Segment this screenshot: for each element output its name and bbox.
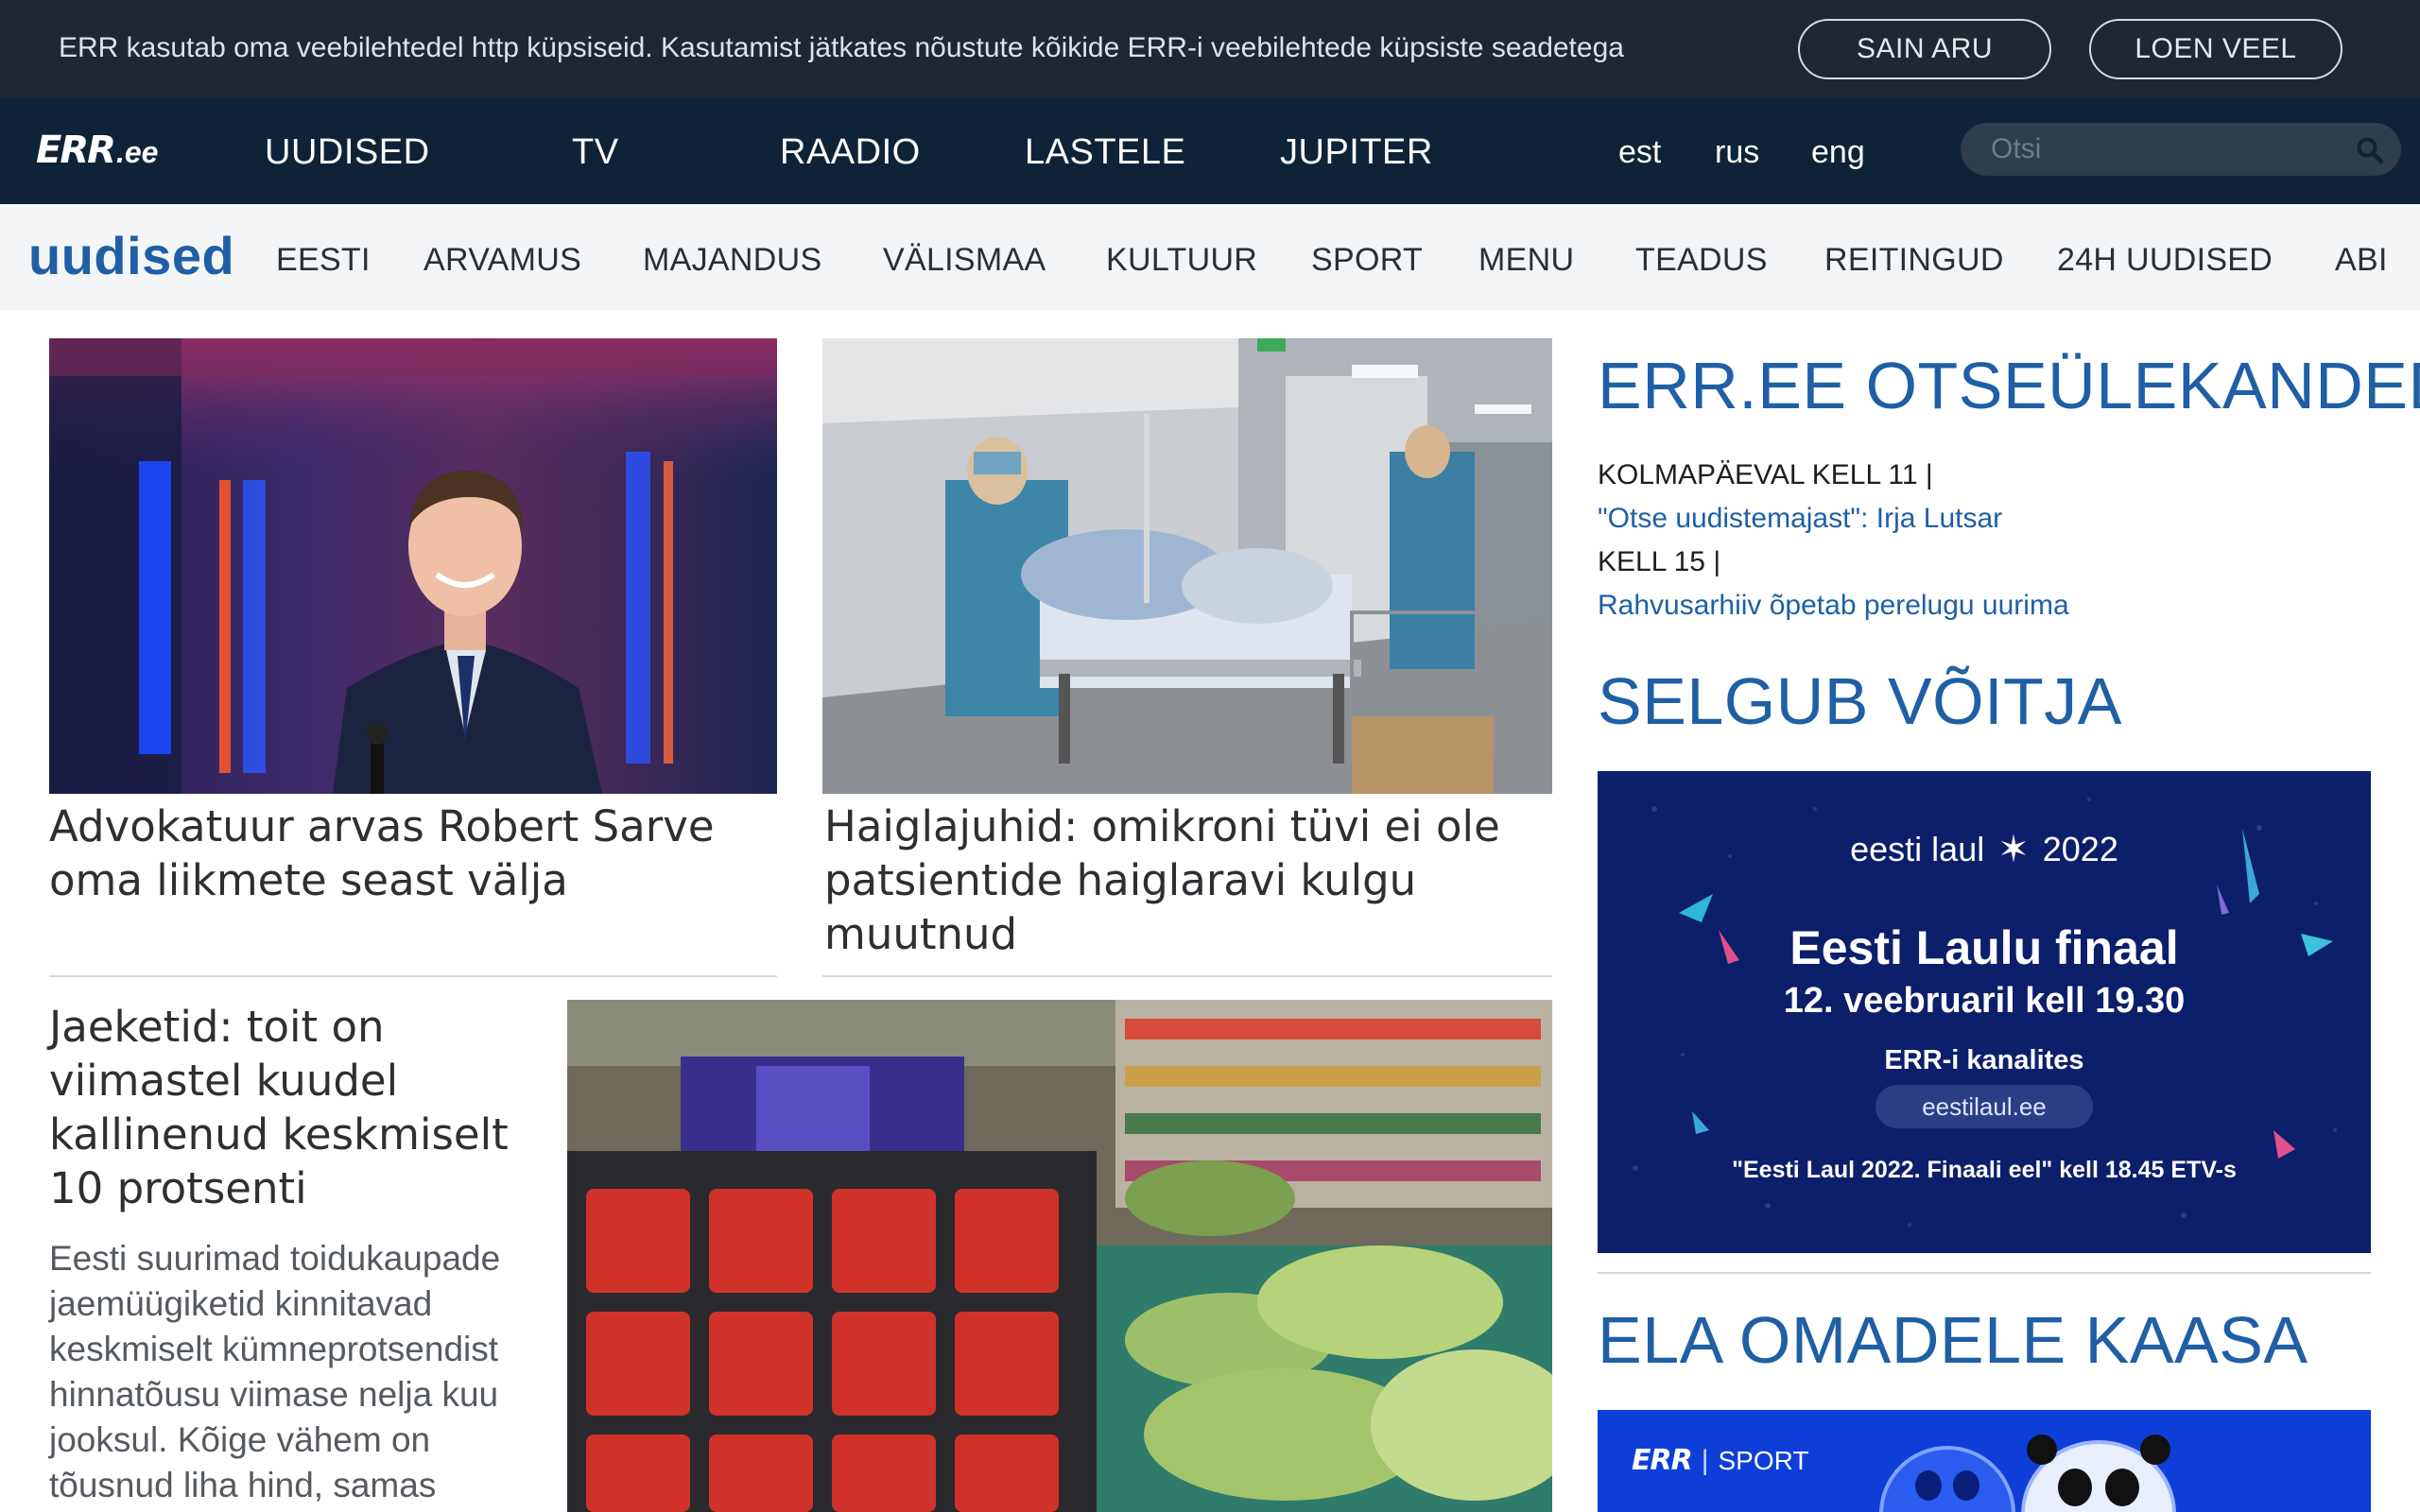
live-item-link[interactable]: Rahvusarhiiv õpetab perelugu uurima xyxy=(1598,590,2069,622)
article-headline[interactable]: Haiglajuhid: omikroni tüvi ei ole patsie… xyxy=(824,799,1552,961)
err-sport-banner[interactable]: ERR | SPORT xyxy=(1598,1410,2371,1512)
subnav-eesti[interactable]: EESTI xyxy=(276,242,371,279)
promo-site-pill[interactable]: eestilaul.ee xyxy=(1876,1085,2093,1128)
winner-heading[interactable]: SELGUB VÕITJA xyxy=(1598,663,2122,739)
lang-eng[interactable]: eng xyxy=(1811,134,1865,171)
lang-rus[interactable]: rus xyxy=(1715,134,1759,171)
nav-tv[interactable]: TV xyxy=(572,132,619,173)
section-title-uudised[interactable]: uudised xyxy=(28,225,234,286)
subnav-kultuur[interactable]: KULTUUR xyxy=(1106,242,1257,279)
support-heading[interactable]: ELA OMADELE KAASA xyxy=(1598,1302,2308,1378)
logo-suffix: .ee xyxy=(115,135,159,169)
live-item-time: KELL 15 | xyxy=(1598,546,1721,577)
subnav-abi[interactable]: ABI xyxy=(2335,242,2388,279)
article-image-hospital[interactable] xyxy=(822,338,1552,794)
article-lead: Eesti suurimad toidukaupade jaemüügiketi… xyxy=(49,1239,501,1504)
divider xyxy=(1598,1272,2371,1274)
mascot-illustration xyxy=(1879,1435,2176,1512)
eesti-laul-logo: eesti laul ✶ 2022 xyxy=(1598,828,2371,871)
article-image-studio-portrait[interactable] xyxy=(49,338,777,794)
nav-jupiter[interactable]: JUPITER xyxy=(1280,132,1433,173)
subnav-teadus[interactable]: TEADUS xyxy=(1635,242,1768,279)
cookie-read-more-button[interactable]: LOEN VEEL xyxy=(2089,19,2342,79)
subnav-menu[interactable]: MENU xyxy=(1478,242,1574,279)
article-headline[interactable]: Advokatuur arvas Robert Sarve oma liikme… xyxy=(49,799,777,907)
divider xyxy=(49,975,777,977)
subnav-valismaa[interactable]: VÄLISMAA xyxy=(883,242,1046,279)
err-logo[interactable]: ERR .ee xyxy=(36,129,158,176)
promo-channels: ERR-i kanalites xyxy=(1884,1045,2084,1075)
lang-est[interactable]: est xyxy=(1618,134,1661,171)
nav-raadio[interactable]: RAADIO xyxy=(780,132,921,173)
subnav-arvamus[interactable]: ARVAMUS xyxy=(424,242,581,279)
logo-main: ERR xyxy=(36,129,116,172)
promo-footer: "Eesti Laul 2022. Finaali eel" kell 18.4… xyxy=(1732,1157,2237,1183)
subnav-majandus[interactable]: MAJANDUS xyxy=(643,242,821,279)
live-item-link[interactable]: "Otse uudistemajast": Irja Lutsar xyxy=(1598,503,2002,535)
divider xyxy=(822,975,1552,977)
article-image-grocery[interactable] xyxy=(567,1000,1552,1512)
cookie-notice-text: ERR kasutab oma veebilehtedel http küpsi… xyxy=(59,32,1624,63)
subnav-reitingud[interactable]: REITINGUD xyxy=(1824,242,2004,279)
article-headline[interactable]: Jaeketid: toit on viimastel kuudel kalli… xyxy=(49,1000,560,1215)
cookie-accept-button[interactable]: SAIN ARU xyxy=(1798,19,2051,79)
search-icon[interactable] xyxy=(2356,136,2384,164)
live-item-time: KOLMAPÄEVAL KELL 11 | xyxy=(1598,459,1933,490)
promo-date: 12. veebruaril kell 19.30 xyxy=(1783,981,2186,1021)
live-broadcasts-heading[interactable]: ERR.EE OTSEÜLEKANDED xyxy=(1598,348,2420,423)
search-input[interactable] xyxy=(1991,132,2350,166)
promo-year: 2022 xyxy=(2042,830,2118,868)
nav-uudised[interactable]: UUDISED xyxy=(265,132,430,173)
promo-title: Eesti Laulu finaal xyxy=(1789,921,2179,974)
subnav-24h-uudised[interactable]: 24H UUDISED xyxy=(2057,242,2273,279)
eesti-laul-promo-banner[interactable]: eesti laul ✶ 2022 Eesti Laulu finaal 12.… xyxy=(1598,771,2371,1253)
promo-brand: eesti laul xyxy=(1850,830,1985,868)
search-box xyxy=(1961,123,2401,176)
subnav-sport[interactable]: SPORT xyxy=(1311,242,1423,279)
star-icon: ✶ xyxy=(1997,829,2030,870)
nav-lastele[interactable]: LASTELE xyxy=(1025,132,1185,173)
